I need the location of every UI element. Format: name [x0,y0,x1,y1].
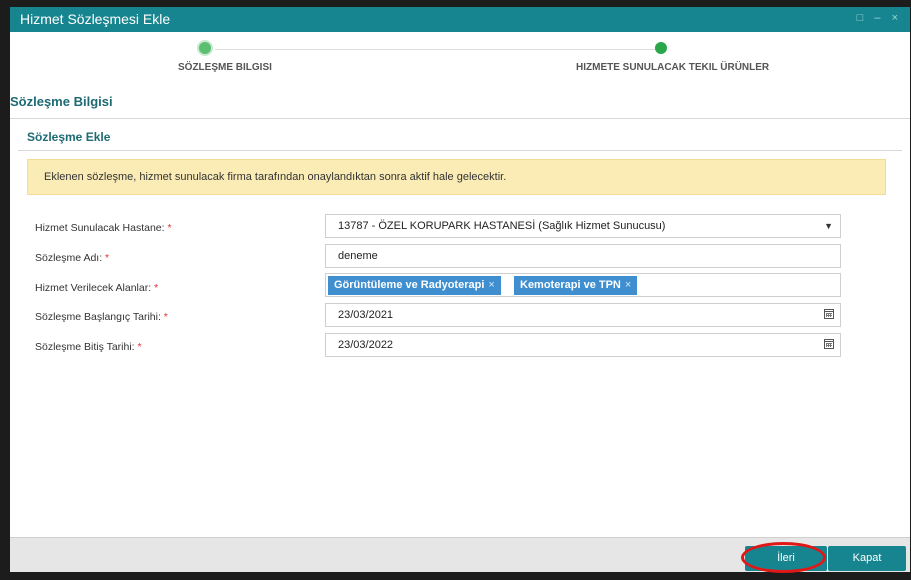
hospital-label: Hizmet Sunulacak Hastane: * [35,222,172,234]
calendar-icon[interactable] [824,309,834,319]
step-label-contract-info: SÖZLEŞME BILGISI [178,62,272,73]
hospital-value: 13787 - ÖZEL KORUPARK HASTANESİ (Sağlık … [338,220,666,232]
required-mark: * [154,282,159,294]
start-date-label: Sözleşme Başlangıç Tarihi: * [35,311,168,323]
step-indicator [655,42,667,54]
window-controls: □ – × [857,12,902,24]
areas-multiselect[interactable]: Görüntüleme ve Radyoterapi × Kemoterapi v… [325,273,841,297]
panel-title: Sözleşme Ekle [27,130,111,144]
step-label-products: HIZMETE SUNULACAK TEKIL ÜRÜNLER [576,62,770,73]
step-indicator-active [197,40,213,56]
name-label: Sözleşme Adı: * [35,252,110,264]
dialog-window: Hizmet Sözleşmesi Ekle □ – × SÖZLEŞME BI… [10,7,910,573]
close-icon[interactable]: × [892,12,902,24]
contract-name-input[interactable]: deneme [325,244,841,268]
alert-text: Eklenen sözleşme, hizmet sunulacak firma… [44,171,507,183]
maximize-icon[interactable]: □ [857,12,868,24]
required-mark: * [163,311,168,323]
start-date-input[interactable]: 23/03/2021 [325,303,841,327]
area-tag: Görüntüleme ve Radyoterapi × [328,276,501,295]
hospital-select[interactable]: 13787 - ÖZEL KORUPARK HASTANESİ (Sağlık … [325,214,841,238]
next-button[interactable]: İleri [745,546,827,571]
required-mark: * [105,252,110,264]
section-title: Sözleşme Bilgisi [10,94,113,109]
divider [18,150,902,151]
area-tag: Kemoterapi ve TPN × [514,276,638,295]
remove-tag-icon[interactable]: × [488,279,494,291]
contract-name-value: deneme [338,250,378,262]
end-date-input[interactable]: 23/03/2022 [325,333,841,357]
chevron-down-icon[interactable]: ▼ [824,221,833,231]
end-date-value: 23/03/2022 [338,339,394,351]
divider [10,118,910,119]
close-button[interactable]: Kapat [828,546,906,571]
areas-label: Hizmet Verilecek Alanlar: * [35,282,159,294]
end-date-label: Sözleşme Bitiş Tarihi: * [35,341,142,353]
required-mark: * [137,341,142,353]
dialog-footer: İleri Kapat [10,537,910,573]
required-mark: * [167,222,172,234]
wizard-connector [215,49,660,50]
start-date-value: 23/03/2021 [338,309,394,321]
dialog-titlebar: Hizmet Sözleşmesi Ekle □ – × [10,7,910,32]
dialog-title: Hizmet Sözleşmesi Ekle [20,11,171,27]
info-alert: Eklenen sözleşme, hizmet sunulacak firma… [27,159,886,195]
remove-tag-icon[interactable]: × [625,279,631,291]
calendar-icon[interactable] [824,339,834,349]
wizard-steps: SÖZLEŞME BILGISI HIZMETE SUNULACAK TEKIL… [10,32,910,82]
minimize-icon[interactable]: – [874,12,884,24]
